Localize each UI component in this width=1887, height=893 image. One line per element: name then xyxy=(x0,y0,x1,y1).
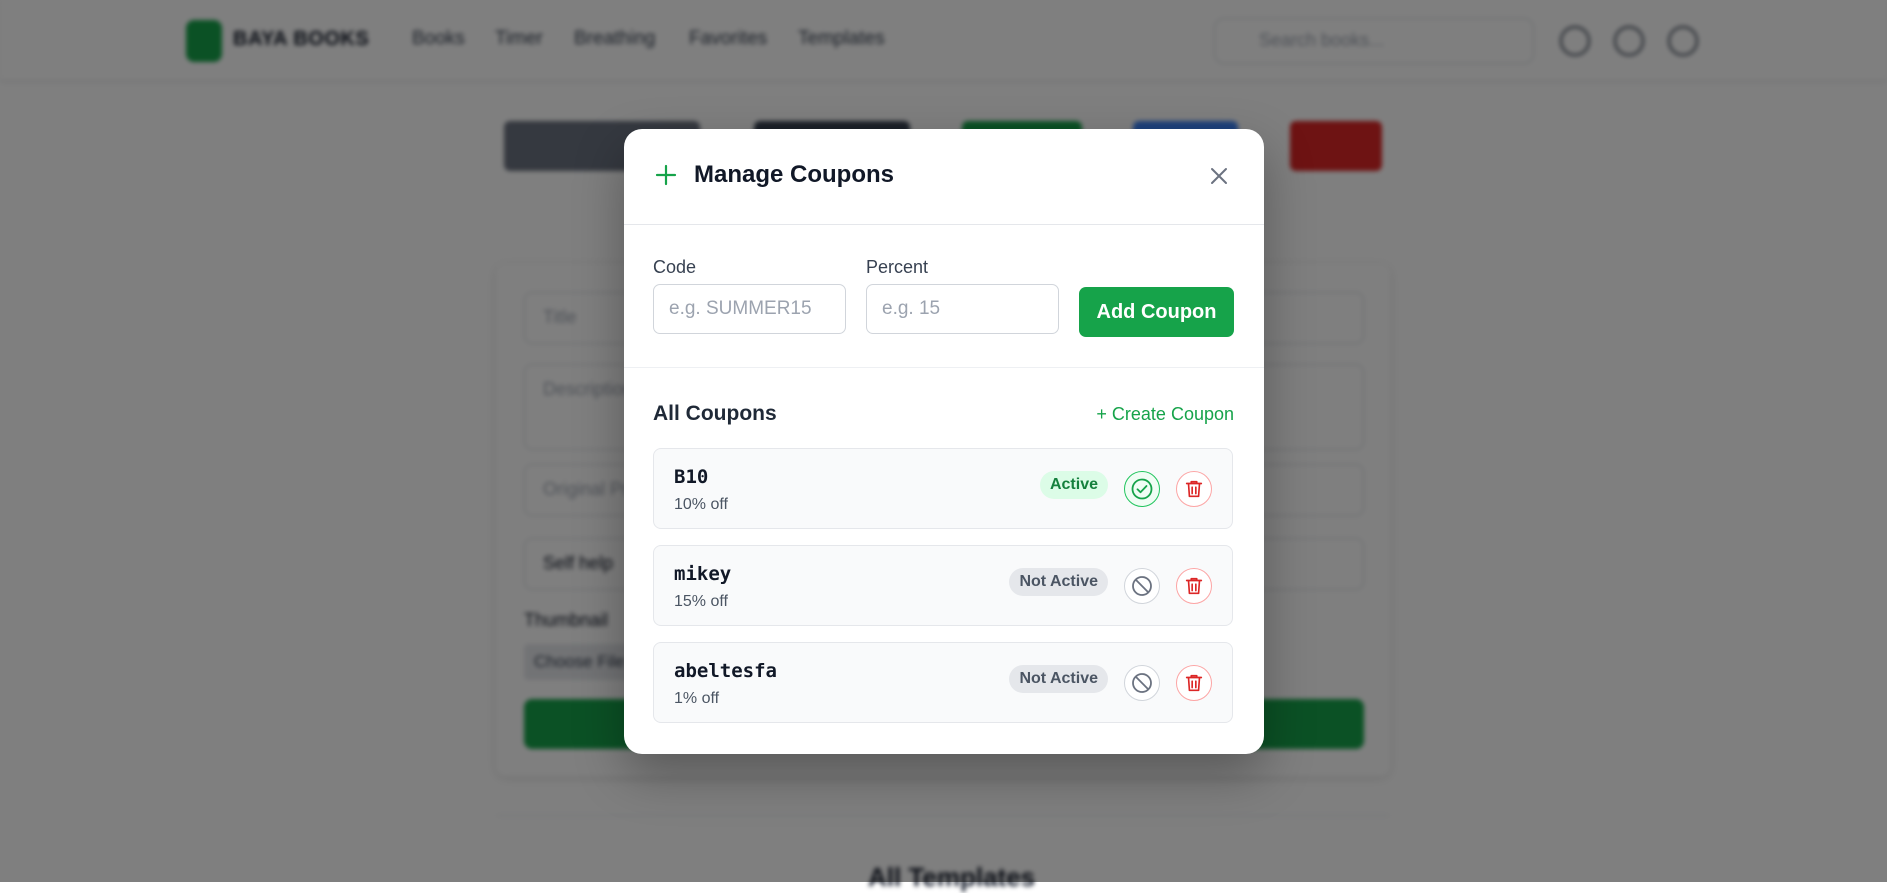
status-badge: Not Active xyxy=(1009,665,1108,693)
delete-button[interactable] xyxy=(1176,471,1212,507)
create-coupon-link[interactable]: + Create Coupon xyxy=(1096,404,1234,425)
modal-title: Manage Coupons xyxy=(694,161,895,188)
activate-button[interactable] xyxy=(1124,568,1160,604)
modal-header: Manage Coupons xyxy=(624,129,1264,225)
coupon-code: mikey xyxy=(674,563,732,585)
code-label: Code xyxy=(653,257,697,277)
status-badge: Active xyxy=(1039,471,1108,499)
plus-icon xyxy=(655,164,677,186)
trash-icon xyxy=(1185,480,1203,498)
ban-icon xyxy=(1132,673,1152,693)
add-coupon-form: Code Percent Add Coupon xyxy=(624,225,1264,368)
activate-button[interactable] xyxy=(1124,665,1160,701)
coupon-row: B10 10% off Active xyxy=(653,448,1233,529)
status-badge: Not Active xyxy=(1009,568,1108,596)
ban-icon xyxy=(1132,576,1152,596)
coupon-code: abeltesfa xyxy=(674,660,777,682)
percent-label: Percent xyxy=(866,257,929,277)
coupon-discount: 1% off xyxy=(674,690,720,707)
coupon-code: B10 xyxy=(674,466,709,488)
deactivate-button[interactable] xyxy=(1124,471,1160,507)
close-icon xyxy=(1211,168,1227,184)
coupon-row: abeltesfa 1% off Not Active xyxy=(653,642,1233,723)
delete-button[interactable] xyxy=(1176,568,1212,604)
coupon-discount: 15% off xyxy=(674,593,728,610)
coupon-discount: 10% off xyxy=(674,496,728,513)
close-button[interactable] xyxy=(1202,159,1236,193)
all-coupons-title: All Coupons xyxy=(653,402,777,425)
coupon-row: mikey 15% off Not Active xyxy=(653,545,1233,626)
percent-input[interactable] xyxy=(866,284,1059,334)
manage-coupons-modal: Manage Coupons Code Percent Add Coupon A… xyxy=(624,129,1264,754)
delete-button[interactable] xyxy=(1176,665,1212,701)
code-input[interactable] xyxy=(653,284,846,334)
check-circle-icon xyxy=(1131,478,1153,500)
trash-icon xyxy=(1185,674,1203,692)
trash-icon xyxy=(1185,577,1203,595)
add-coupon-button[interactable]: Add Coupon xyxy=(1079,287,1234,337)
